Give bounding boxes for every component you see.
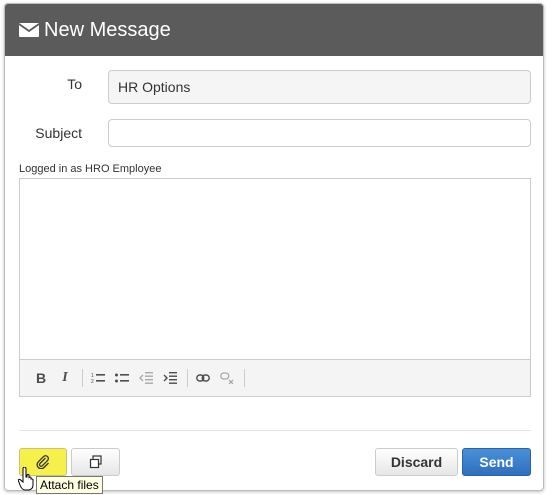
dialog-title: New Message: [44, 18, 171, 41]
numbered-list-button[interactable]: 1 2: [87, 367, 109, 389]
copy-icon: [89, 455, 102, 469]
send-button[interactable]: Send: [462, 448, 531, 476]
numbered-list-icon: 1 2: [91, 373, 105, 384]
increase-indent-icon: [163, 372, 177, 384]
decrease-indent-button[interactable]: [135, 367, 157, 389]
to-label: To: [67, 76, 82, 92]
hand-cursor-icon: [18, 467, 34, 491]
toolbar-divider: [244, 369, 245, 387]
paperclip-icon: [36, 455, 49, 469]
to-field[interactable]: HR Options: [108, 70, 531, 104]
svg-text:2: 2: [91, 379, 94, 384]
attach-files-tooltip: Attach files: [36, 476, 103, 494]
italic-button[interactable]: I: [54, 367, 76, 389]
toolbar-divider: [187, 369, 188, 387]
link-icon: [196, 374, 210, 382]
bold-button[interactable]: B: [30, 367, 52, 389]
bulleted-list-icon: [115, 373, 129, 383]
new-message-dialog: New Message To HR Options Subject Logged…: [4, 3, 544, 491]
link-button[interactable]: [192, 367, 214, 389]
editor-toolbar: B I 1 2: [20, 359, 530, 396]
subject-label: Subject: [35, 125, 82, 141]
to-value: HR Options: [118, 79, 191, 95]
bulleted-list-button[interactable]: [111, 367, 133, 389]
copy-button[interactable]: [71, 448, 120, 476]
message-body-editor[interactable]: B I 1 2: [19, 178, 531, 397]
footer-divider: [19, 430, 531, 431]
unlink-button[interactable]: [216, 367, 238, 389]
toolbar-divider: [82, 369, 83, 387]
discard-button[interactable]: Discard: [375, 448, 458, 476]
session-note: Logged in as HRO Employee: [19, 163, 162, 175]
envelope-icon: [18, 22, 40, 38]
increase-indent-button[interactable]: [159, 367, 181, 389]
unlink-icon: [220, 372, 234, 384]
subject-input[interactable]: [108, 119, 531, 147]
dialog-header: New Message: [5, 4, 543, 56]
decrease-indent-icon: [139, 372, 153, 384]
